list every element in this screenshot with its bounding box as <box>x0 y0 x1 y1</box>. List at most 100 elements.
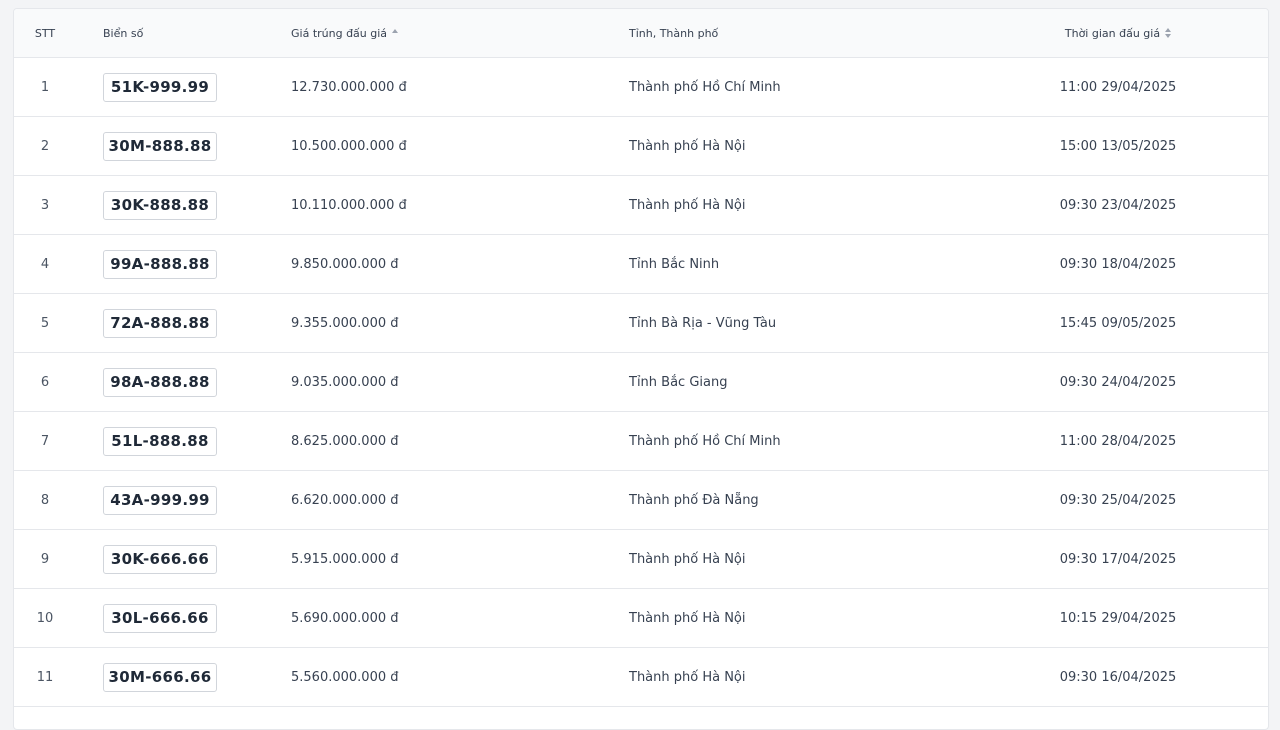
license-plate[interactable]: 30K-888.88 <box>103 190 217 220</box>
row-stt: 1 <box>40 79 50 95</box>
header-province: Tỉnh, Thành phố <box>629 9 718 57</box>
row-stt-cell: 11 <box>14 648 76 706</box>
row-province-cell: Tỉnh Bắc Giang <box>629 353 727 411</box>
row-price: 10.110.000.000 đ <box>291 197 407 213</box>
header-stt-label: STT <box>34 26 56 40</box>
header-price-sort[interactable]: Giá trúng đấu giá <box>291 9 399 57</box>
sort-ascending-icon <box>392 29 399 33</box>
header-time-sort[interactable]: Thời gian đấu giá <box>1018 9 1218 57</box>
row-province: Thành phố Hồ Chí Minh <box>629 433 781 449</box>
row-stt-cell: 10 <box>14 589 76 647</box>
table-header: STT Biển số Giá trúng đấu giá Tỉnh, Thàn… <box>14 9 1268 58</box>
auction-results-table: STT Biển số Giá trúng đấu giá Tỉnh, Thàn… <box>13 8 1269 730</box>
row-stt-cell: 4 <box>14 235 76 293</box>
row-price-cell: 9.355.000.000 đ <box>291 294 399 352</box>
row-price: 5.560.000.000 đ <box>291 669 399 685</box>
row-price: 8.625.000.000 đ <box>291 433 399 449</box>
license-plate[interactable]: 51K-999.99 <box>103 72 217 102</box>
row-price-cell: 8.625.000.000 đ <box>291 412 399 470</box>
row-province-cell: Thành phố Hà Nội <box>629 117 746 175</box>
row-province: Tỉnh Bà Rịa - Vũng Tàu <box>629 315 777 331</box>
row-time-cell: 09:30 25/04/2025 <box>1018 471 1218 529</box>
row-time: 10:15 29/04/2025 <box>1059 610 1177 626</box>
license-plate[interactable]: 72A-888.88 <box>103 308 217 338</box>
row-province: Thành phố Hà Nội <box>629 197 746 213</box>
row-time: 15:45 09/05/2025 <box>1059 315 1177 331</box>
row-province: Thành phố Đà Nẵng <box>629 492 759 508</box>
license-plate[interactable]: 51L-888.88 <box>103 426 217 456</box>
row-time-cell: 09:30 17/04/2025 <box>1018 530 1218 588</box>
header-stt: STT <box>14 9 76 57</box>
row-time-cell: 11:00 29/04/2025 <box>1018 58 1218 116</box>
row-price: 9.355.000.000 đ <box>291 315 399 331</box>
header-price-label: Giá trúng đấu giá <box>291 26 388 40</box>
license-plate[interactable]: 30K-666.66 <box>103 544 217 574</box>
license-plate[interactable]: 43A-999.99 <box>103 485 217 515</box>
row-stt-cell: 8 <box>14 471 76 529</box>
table-row: 5 72A-888.88 9.355.000.000 đ Tỉnh Bà Rịa - … <box>14 294 1268 353</box>
row-stt: 11 <box>36 669 54 685</box>
row-price-cell: 5.560.000.000 đ <box>291 648 399 706</box>
row-province-cell: Thành phố Hà Nội <box>629 589 746 647</box>
row-time-cell: 09:30 23/04/2025 <box>1018 176 1218 234</box>
row-time-cell: 15:00 13/05/2025 <box>1018 117 1218 175</box>
row-stt: 10 <box>36 610 54 626</box>
row-plate-cell: 72A-888.88 <box>103 294 217 352</box>
license-plate[interactable]: 30L-666.66 <box>103 603 217 633</box>
row-province: Tỉnh Bắc Ninh <box>629 256 720 272</box>
license-plate[interactable]: 30M-888.88 <box>103 131 217 161</box>
license-plate[interactable]: 30M-666.66 <box>103 662 217 692</box>
row-plate-cell: 30M-666.66 <box>103 648 217 706</box>
table-row: 10 30L-666.66 5.690.000.000 đ Thành phố Hà … <box>14 589 1268 648</box>
row-time-cell: 09:30 24/04/2025 <box>1018 353 1218 411</box>
row-time-cell: 10:15 29/04/2025 <box>1018 589 1218 647</box>
license-plate[interactable]: 98A-888.88 <box>103 367 217 397</box>
row-price-cell: 5.690.000.000 đ <box>291 589 399 647</box>
row-province-cell: Thành phố Hà Nội <box>629 530 746 588</box>
table-row: 7 51L-888.88 8.625.000.000 đ Thành phố Hồ C… <box>14 412 1268 471</box>
row-plate-cell: 30L-666.66 <box>103 589 217 647</box>
row-stt-cell: 3 <box>14 176 76 234</box>
row-price-cell: 5.915.000.000 đ <box>291 530 399 588</box>
row-province-cell: Thành phố Hà Nội <box>629 648 746 706</box>
row-price: 5.690.000.000 đ <box>291 610 399 626</box>
table-body: 1 51K-999.99 12.730.000.000 đ Thành phố Hồ … <box>14 58 1268 707</box>
row-price: 9.850.000.000 đ <box>291 256 399 272</box>
table-row: 9 30K-666.66 5.915.000.000 đ Thành phố Hà N… <box>14 530 1268 589</box>
row-stt: 3 <box>40 197 50 213</box>
row-province-cell: Thành phố Hồ Chí Minh <box>629 58 781 116</box>
row-price: 9.035.000.000 đ <box>291 374 399 390</box>
table-row: 8 43A-999.99 6.620.000.000 đ Thành phố Đà N… <box>14 471 1268 530</box>
row-plate-cell: 51K-999.99 <box>103 58 217 116</box>
row-plate-cell: 98A-888.88 <box>103 353 217 411</box>
row-price: 10.500.000.000 đ <box>291 138 407 154</box>
row-province: Thành phố Hà Nội <box>629 610 746 626</box>
row-price-cell: 9.850.000.000 đ <box>291 235 399 293</box>
sort-icon <box>1165 28 1172 38</box>
row-stt-cell: 7 <box>14 412 76 470</box>
row-time: 15:00 13/05/2025 <box>1059 138 1177 154</box>
row-province: Thành phố Hồ Chí Minh <box>629 79 781 95</box>
row-stt-cell: 2 <box>14 117 76 175</box>
row-time-cell: 15:45 09/05/2025 <box>1018 294 1218 352</box>
row-price-cell: 6.620.000.000 đ <box>291 471 399 529</box>
table-row: 4 99A-888.88 9.850.000.000 đ Tỉnh Bắc Ninh 0… <box>14 235 1268 294</box>
row-plate-cell: 30M-888.88 <box>103 117 217 175</box>
row-plate-cell: 99A-888.88 <box>103 235 217 293</box>
row-time: 11:00 28/04/2025 <box>1059 433 1177 449</box>
table-row: 2 30M-888.88 10.500.000.000 đ Thành phố Hà … <box>14 117 1268 176</box>
row-price: 6.620.000.000 đ <box>291 492 399 508</box>
table-row: 3 30K-888.88 10.110.000.000 đ Thành phố Hà … <box>14 176 1268 235</box>
row-province-cell: Thành phố Đà Nẵng <box>629 471 759 529</box>
row-stt: 8 <box>40 492 50 508</box>
row-province-cell: Thành phố Hà Nội <box>629 176 746 234</box>
table-row: 11 30M-666.66 5.560.000.000 đ Thành phố Hà … <box>14 648 1268 707</box>
row-time: 09:30 25/04/2025 <box>1059 492 1177 508</box>
header-time-label: Thời gian đấu giá <box>1064 26 1161 40</box>
row-stt: 6 <box>40 374 50 390</box>
license-plate[interactable]: 99A-888.88 <box>103 249 217 279</box>
row-price-cell: 10.110.000.000 đ <box>291 176 407 234</box>
row-price-cell: 9.035.000.000 đ <box>291 353 399 411</box>
row-time: 11:00 29/04/2025 <box>1059 79 1177 95</box>
row-stt-cell: 9 <box>14 530 76 588</box>
